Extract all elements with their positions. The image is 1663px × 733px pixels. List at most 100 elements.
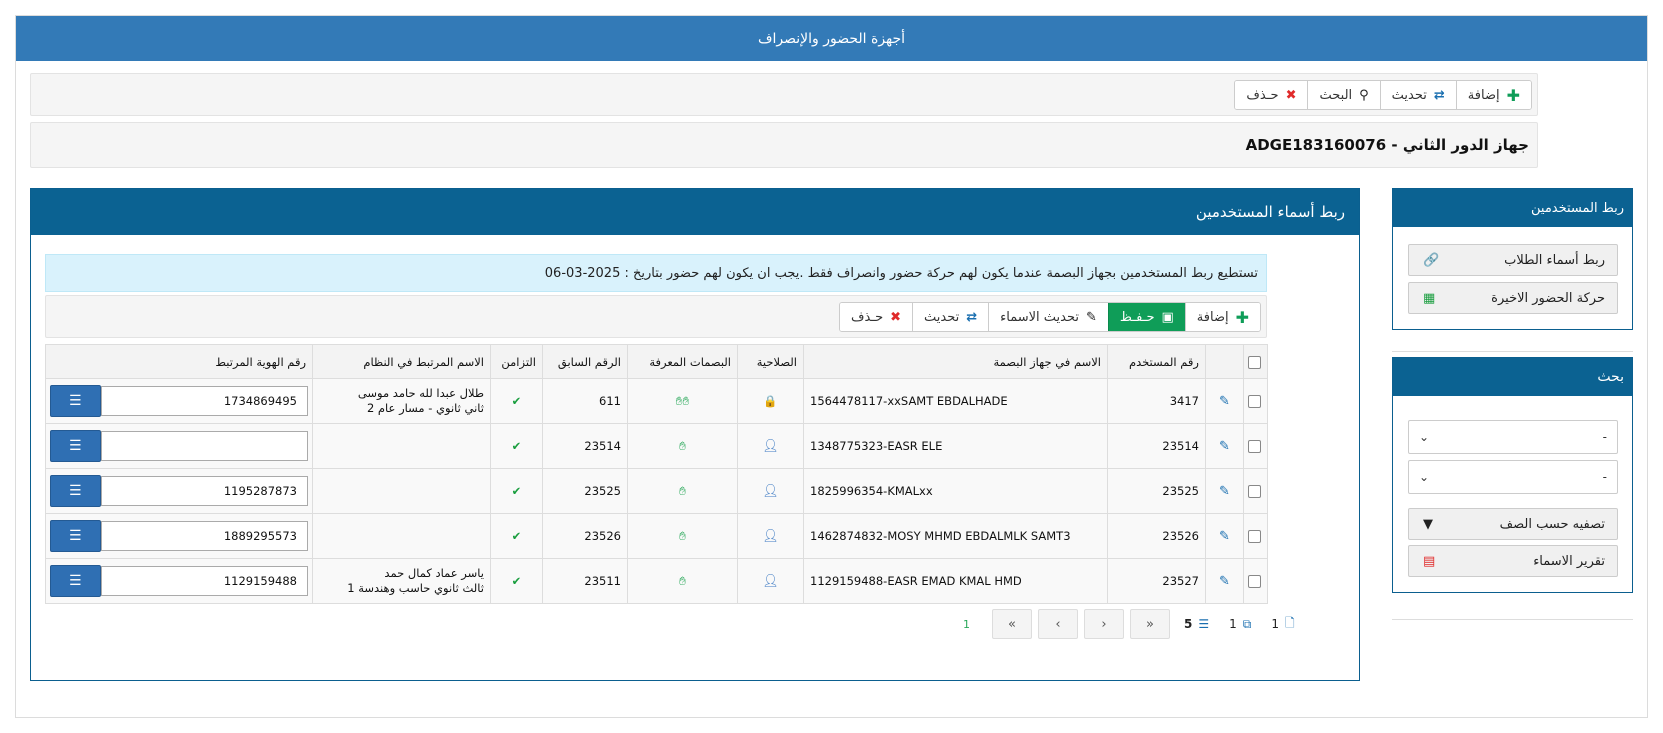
names-report-button[interactable]: تقرير الاسماء ▤ — [1408, 545, 1618, 577]
page-title: أجهزة الحضور والإنصراف — [757, 30, 906, 47]
next-page-button[interactable]: › — [1084, 609, 1124, 639]
sync-cell: ✔ — [490, 513, 543, 559]
floppy-icon: ▣ — [1161, 309, 1174, 325]
device-name-cell: 1462874832-MOSY MHMD EBDALMLK SAMT3 — [803, 513, 1108, 559]
chevron-down-icon: ⌄ — [1419, 470, 1430, 484]
list-button[interactable]: ☰ — [50, 520, 101, 552]
link-icon: 🔗 — [1423, 252, 1440, 268]
list-button[interactable]: ☰ — [50, 385, 101, 417]
row-checkbox[interactable] — [1248, 440, 1261, 453]
filter-class-button[interactable]: تصفيه حسب الصف ▼ — [1408, 508, 1618, 540]
list-icon: ☰ — [69, 528, 82, 544]
list-button[interactable]: ☰ — [50, 565, 101, 597]
check-icon: ✔ — [511, 484, 522, 498]
search-button[interactable]: ⚲ البحث — [1307, 81, 1380, 109]
select-all-checkbox[interactable] — [1248, 355, 1261, 369]
linked-name-cell: طلال عبدا لله حامد موسى ثاني ثانوي - مسار… — [312, 378, 491, 424]
permission-cell: 👤︎ — [737, 468, 804, 514]
sidebar-divider — [1392, 351, 1633, 352]
user-icon: 👤︎ — [762, 528, 779, 544]
add-button[interactable]: ✚ إضافة — [1455, 81, 1531, 109]
linked-id-input[interactable]: 1889295573 — [100, 521, 308, 551]
linked-name: طلال عبدا لله حامد موسى — [357, 386, 484, 400]
sidebar-search-heading: بحث — [1393, 358, 1632, 396]
linked-name: ياسر عماد كمال حمد — [384, 566, 484, 580]
device-name-header: الاسم في جهاز البصمة — [803, 344, 1108, 379]
fingerprints-cell: ✋︎ — [627, 558, 738, 604]
sync-cell: ✔ — [490, 423, 543, 469]
fingerprint-icon: ✋︎ — [682, 393, 690, 408]
pagination: 1 « ‹ › » 5 ☰ 1 ⧉ 1 🗋 — [963, 609, 1295, 639]
save-button[interactable]: ▣ حـفـظ — [1107, 303, 1185, 331]
device-name-cell: 1129159488-EASR EMAD KMAL HMD — [803, 558, 1108, 604]
linked-id-cell: ☰ 1889295573 — [45, 513, 313, 559]
user-no-cell: 23527 — [1107, 558, 1206, 604]
refresh-users-button[interactable]: ⇄ تحديث — [912, 303, 989, 331]
sync-cell: ✔ — [490, 558, 543, 604]
last-page-button[interactable]: » — [1130, 609, 1170, 639]
link-users-panel: ربط أسماء المستخدمين تستطيع ربط المستخدم… — [30, 188, 1360, 681]
user-icon: 👤︎ — [762, 573, 779, 589]
permission-cell: 👤︎ — [737, 423, 804, 469]
prev-no-header: الرقم السابق — [542, 344, 628, 379]
row-checkbox[interactable] — [1248, 485, 1261, 498]
row-checkbox[interactable] — [1248, 575, 1261, 588]
class-select-2[interactable]: ⌄ - — [1408, 460, 1618, 494]
linked-name-cell — [312, 423, 491, 469]
linked-id-cell: ☰ 1129159488 — [45, 558, 313, 604]
edit-icon[interactable]: ✎ — [1219, 439, 1230, 454]
per-page-value: 5 — [1184, 617, 1193, 631]
first-page-button[interactable]: « — [992, 609, 1032, 639]
refresh-icon: ⇄ — [966, 309, 978, 325]
prev-no-cell: 23514 — [542, 423, 628, 469]
linked-name-cell: ياسر عماد كمال حمد ثالث ثانوي حاسب وهندسة… — [312, 558, 491, 604]
add-user-button[interactable]: ✚ إضافة — [1184, 303, 1260, 331]
delete-button[interactable]: ✖ حـذف — [1235, 81, 1308, 109]
sidebar-link-heading: ربط المستخدمين — [1393, 189, 1632, 227]
row-checkbox[interactable] — [1248, 395, 1261, 408]
list-button[interactable]: ☰ — [50, 475, 101, 507]
update-names-button[interactable]: ✎ تحديث الاسماء — [988, 303, 1108, 331]
list-button[interactable]: ☰ — [50, 430, 101, 462]
class-select-1[interactable]: ⌄ - — [1408, 420, 1618, 454]
plus-icon: ✚ — [1235, 307, 1249, 327]
permission-cell: 🔒 — [737, 378, 804, 424]
close-icon: ✖ — [890, 309, 902, 325]
row-edit-cell: ✎ — [1205, 513, 1244, 559]
table-row: ✎ 23527 1129159488-EASR EMAD KMAL HMD 👤︎ ✋︎ 2… — [45, 558, 1268, 604]
sidebar-search-panel: بحث ⌄ - ⌄ - تصفيه حسب الصف ▼ تقرير الاسماء ▤ — [1392, 357, 1633, 593]
row-select-cell — [1243, 468, 1268, 514]
edit-icon[interactable]: ✎ — [1219, 574, 1230, 589]
recent-attendance-button[interactable]: حركة الحضور الاخيرة ▦ — [1408, 282, 1618, 314]
edit-icon[interactable]: ✎ — [1219, 529, 1230, 544]
file-icon: 🗋 — [1284, 615, 1295, 630]
close-icon: ✖ — [1285, 87, 1297, 103]
edit-icon[interactable]: ✎ — [1219, 394, 1230, 409]
linked-id-input[interactable]: 1195287873 — [100, 476, 308, 506]
table-row: ✎ 3417 1564478117-xxSAMT EBDALHADE 🔒 ✋︎✋︎ 611… — [45, 378, 1268, 424]
prev-page-button[interactable]: ‹ — [1038, 609, 1078, 639]
sidebar-link-panel: ربط المستخدمين ربط أسماء الطلاب 🔗 حركة ال… — [1392, 188, 1633, 330]
actions-well: ✚ إضافة ▣ حـفـظ ✎ تحديث الاسماء ⇄ تحديث ✖ حـذ… — [45, 295, 1267, 338]
edit-icon[interactable]: ✎ — [1219, 484, 1230, 499]
prev-no-cell: 23525 — [542, 468, 628, 514]
row-checkbox[interactable] — [1248, 530, 1261, 543]
table-row: ✎ 23525 1825996354-KMALxx 👤︎ ✋︎ 23525 ✔ ☰ 119528… — [45, 468, 1268, 514]
table-header: رقم المستخدم الاسم في جهاز البصمة الصلاح… — [45, 344, 1268, 379]
linked-class: ثاني ثانوي - مسار عام 2 — [366, 401, 484, 415]
actions-buttons: ✚ إضافة ▣ حـفـظ ✎ تحديث الاسماء ⇄ تحديث ✖ حـذ… — [838, 302, 1261, 332]
link-students-button[interactable]: ربط أسماء الطلاب 🔗 — [1408, 244, 1618, 276]
alert-text: تستطيع ربط المستخدمين بجهاز البصمة عندما… — [544, 265, 1258, 281]
fingerprints-cell: ✋︎ — [627, 513, 738, 559]
row-select-cell — [1243, 558, 1268, 604]
linked-id-cell: ☰ 1195287873 — [45, 468, 313, 514]
linked-name-header: الاسم المرتبط في النظام — [312, 344, 491, 379]
linked-id-input[interactable]: 1129159488 — [100, 566, 308, 596]
linked-id-input[interactable]: 1734869495 — [100, 386, 308, 416]
current-page[interactable]: 1 — [963, 618, 970, 631]
device-name-cell: 1564478117-xxSAMT EBDALHADE — [803, 378, 1108, 424]
linked-id-input[interactable] — [100, 431, 308, 461]
delete-users-button[interactable]: ✖ حـذف — [839, 303, 913, 331]
edit-col-header — [1205, 344, 1244, 379]
refresh-button[interactable]: ⇄ تحديث — [1379, 81, 1456, 109]
